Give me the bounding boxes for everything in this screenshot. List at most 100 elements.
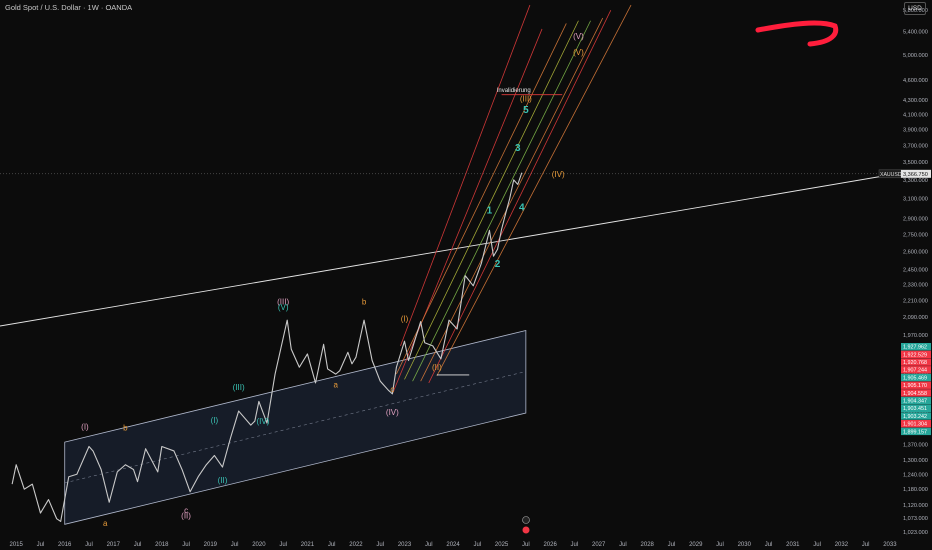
x-tick-label: Jul: [765, 542, 773, 548]
x-tick-label: 2015: [10, 542, 24, 548]
price-chart[interactable]: 2015 Jul 2016 Jul 2017 Jul 2018 Jul 2019 Jul 2020 J…: [0, 0, 932, 550]
y-tick-label: 2,450.000: [903, 267, 928, 273]
x-tick-label: 2031: [786, 542, 800, 548]
price-tag: 1,922.529: [903, 352, 927, 358]
wave-label: (IV): [386, 408, 399, 417]
x-tick-label: Jul: [376, 542, 384, 548]
y-tick-label: 1,180.000: [903, 487, 928, 493]
x-tick-label: 2019: [204, 542, 218, 548]
x-tick-label: Jul: [37, 542, 45, 548]
wave-label: (II): [181, 512, 191, 521]
wave-label: (IV): [552, 170, 565, 179]
x-tick-label: Jul: [862, 542, 870, 548]
pitchfork-ray-2: [404, 20, 579, 380]
price-tag: 1,927.962: [903, 345, 927, 351]
wave-label: a: [103, 519, 108, 528]
y-tick-label: 2,900.000: [903, 217, 928, 223]
x-tick-label: Jul: [473, 542, 481, 548]
wave-label: Invalidierung: [497, 88, 531, 94]
currency-button[interactable]: USD: [904, 2, 926, 15]
y-tick-label: 2,090.000: [903, 315, 928, 321]
price-tag: 1,904.558: [903, 391, 927, 397]
x-tick-label: Jul: [328, 542, 336, 548]
x-tick-label: Jul: [279, 542, 287, 548]
x-tick-label: Jul: [134, 542, 142, 548]
x-tick-label: 2026: [543, 542, 557, 548]
y-tick-label: 2,750.000: [903, 233, 928, 239]
wave-label: b: [123, 423, 128, 432]
wave-label: b: [362, 298, 367, 307]
wave-label: 3: [515, 143, 521, 154]
y-tick-label: 3,700.000: [903, 143, 928, 149]
y-tick-label: 3,100.000: [903, 197, 928, 203]
wave-label: (III): [520, 95, 532, 104]
x-tick-label: Jul: [182, 542, 190, 548]
wave-label: 2: [495, 259, 501, 270]
wave-label: a: [334, 380, 339, 389]
wave-label: (I): [81, 422, 89, 431]
event-marker-icon: [522, 516, 530, 524]
wave-label: (IV): [256, 417, 269, 426]
y-tick-label: 1,300.000: [903, 458, 928, 464]
x-tick-label: Jul: [619, 542, 627, 548]
hand-drawn-mark: [755, 20, 839, 47]
y-tick-label: 1,023.000: [903, 530, 928, 536]
y-tick-label: 3,300.000: [903, 178, 928, 184]
price-tag: 1,904.347: [903, 399, 927, 405]
x-tick-label: Jul: [231, 542, 239, 548]
x-tick-label: Jul: [716, 542, 724, 548]
wave-label: (III): [233, 383, 245, 392]
x-tick-label: 2029: [689, 542, 703, 548]
x-tick-label: 2022: [349, 542, 363, 548]
wave-label: (V): [573, 32, 584, 41]
wave-label: 5: [523, 105, 529, 116]
y-tick-label: 1,120.000: [903, 503, 928, 509]
x-tick-label: 2024: [446, 542, 460, 548]
lower-channel: [64, 329, 527, 525]
x-tick-label: 2028: [641, 542, 655, 548]
x-tick-label: Jul: [522, 542, 530, 548]
price-tag: 1,905.170: [903, 383, 927, 389]
price-tag: 1,903.451: [903, 406, 927, 412]
x-tick-label: 2033: [883, 542, 897, 548]
y-tick-label: 2,330.000: [903, 283, 928, 289]
y-tick-label: 4,100.000: [903, 113, 928, 119]
y-tick-label: 1,240.000: [903, 472, 928, 478]
wave-label: 4: [519, 203, 525, 214]
x-tick-label: 2020: [252, 542, 266, 548]
y-tick-label: 5,400.000: [903, 30, 928, 36]
pitchfork-ray-1: [396, 23, 567, 375]
x-tick-label: Jul: [425, 542, 433, 548]
current-price-tag: 3,366.750: [903, 172, 928, 178]
chart-root: 2015 Jul 2016 Jul 2017 Jul 2018 Jul 2019 Jul 2020 J…: [0, 0, 932, 550]
x-tick-label: Jul: [571, 542, 579, 548]
y-tick-label: 1,073.000: [903, 516, 928, 522]
pitchfork-ray-7: [400, 4, 531, 347]
x-tick-label: Jul: [85, 542, 93, 548]
long-trendline: [0, 173, 899, 327]
x-tick-label: 2023: [398, 542, 412, 548]
pitchfork-ray-5: [428, 10, 612, 384]
x-tick-label: Jul: [813, 542, 821, 548]
wave-label: c: [390, 385, 394, 394]
x-tick-label: 2021: [301, 542, 315, 548]
wave-label: (II): [218, 476, 228, 485]
price-tag: 1,907.244: [903, 368, 927, 374]
wave-label: (V): [278, 303, 289, 312]
pitchfork-ray-6: [436, 4, 632, 377]
dividend-marker-icon: [522, 526, 530, 534]
y-tick-label: 3,500.000: [903, 160, 928, 166]
wave-label: 1: [487, 206, 493, 217]
x-tick-label: 2018: [155, 542, 169, 548]
wave-label: (II): [432, 363, 442, 372]
wave-label: (I): [401, 315, 409, 324]
price-tag: 1,901.304: [903, 422, 927, 428]
x-tick-label: Jul: [668, 542, 676, 548]
y-tick-label: 3,900.000: [903, 128, 928, 134]
y-tick-label: 4,600.000: [903, 78, 928, 84]
price-tag: 1,920.768: [903, 360, 927, 366]
wave-label: (V): [573, 48, 584, 57]
y-tick-label: 1,970.000: [903, 333, 928, 339]
price-tag: 1,903.242: [903, 414, 927, 420]
x-tick-label: 2016: [58, 542, 72, 548]
